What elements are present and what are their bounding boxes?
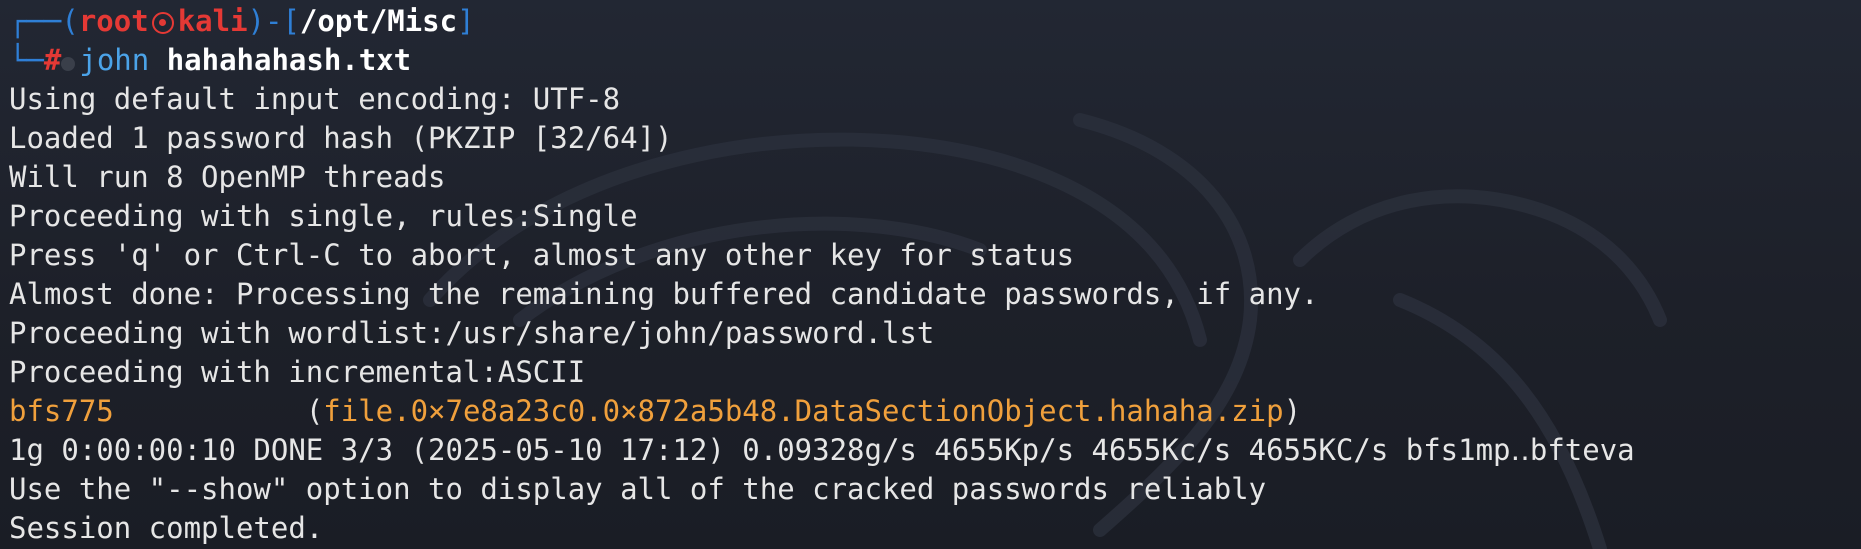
output-line: Proceeding with wordlist:/usr/share/john… <box>9 316 935 350</box>
output-line: Loaded 1 password hash (PKZIP [32/64]) <box>9 121 673 155</box>
output-line: Press 'q' or Ctrl-C to abort, almost any… <box>9 238 1075 272</box>
kali-skull-icon <box>151 12 174 34</box>
prompt-frame-corner-bottom: └─ <box>9 43 44 77</box>
prompt-user: root <box>78 4 149 38</box>
output-line: Use the "--show" option to display all o… <box>9 472 1267 506</box>
result-gap: ( <box>113 394 324 428</box>
output-line: Using default input encoding: UTF-8 <box>9 82 621 116</box>
prompt-bracket-close: ] <box>457 4 475 38</box>
command-argument: hahahahash.txt <box>166 43 412 77</box>
prompt-path: /opt/Misc <box>299 4 458 38</box>
output-line-stats: 1g 0:00:00:10 DONE 3/3 (2025-05-10 17:12… <box>9 433 1635 467</box>
command-name: john <box>79 43 150 77</box>
cracked-file-name: file.0×7e8a23c0.0×872a5b48.DataSectionOb… <box>323 394 1284 428</box>
output-line: Proceeding with incremental:ASCII <box>9 355 586 389</box>
result-close-paren: ) <box>1283 394 1302 428</box>
prompt-frame-corner: ┌──( <box>9 4 79 38</box>
root-hash-symbol: # <box>43 43 62 77</box>
cursor-dot-icon <box>61 57 76 71</box>
cracked-result-line: bfs775 (file.0×7e8a23c0.0×872a5b48.DataS… <box>9 392 1861 431</box>
cracked-password: bfs775 <box>9 394 114 428</box>
output-line: Almost done: Processing the remaining bu… <box>9 277 1319 311</box>
prompt-bracket: )-[ <box>247 4 300 38</box>
prompt-line-top: ┌──(root kali)-[/opt/Misc] <box>9 2 1861 41</box>
command-line[interactable]: └─# john hahahahash.txt <box>9 41 1861 80</box>
output-line: Will run 8 OpenMP threads <box>9 160 446 194</box>
output-line: Session completed. <box>9 511 324 545</box>
prompt-host: kali <box>177 4 248 38</box>
output-line: Proceeding with single, rules:Single <box>9 199 638 233</box>
terminal-window[interactable]: ┌──(root kali)-[/opt/Misc] └─# john hahaha… <box>0 0 1861 549</box>
